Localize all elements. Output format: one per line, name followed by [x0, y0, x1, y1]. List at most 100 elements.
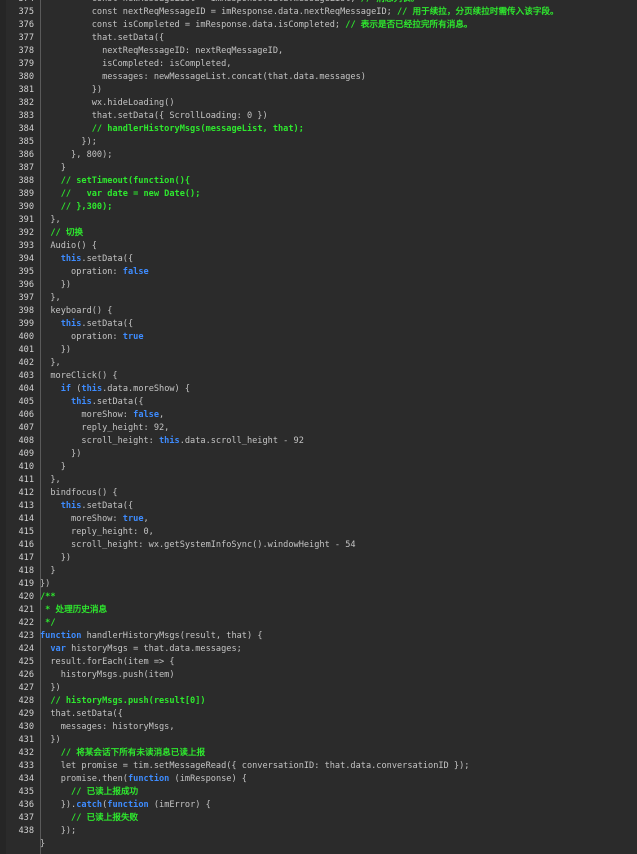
code-token: })	[40, 280, 72, 290]
code-line[interactable]: 401 })	[0, 344, 637, 357]
line-number: 413	[18, 501, 34, 511]
code-token: scroll_height:	[40, 436, 159, 446]
code-line[interactable]: 417 })	[0, 552, 637, 565]
code-line[interactable]: 392 // 切换	[0, 227, 637, 240]
code-line[interactable]: 395 opration: false	[0, 266, 637, 279]
code-line[interactable]: 435 // 已读上报成功	[0, 786, 637, 799]
code-line[interactable]: 407 reply_height: 92,	[0, 422, 637, 435]
code-line[interactable]: 419})	[0, 578, 637, 591]
code-line[interactable]: 400 opration: true	[0, 331, 637, 344]
code-lines: 374 const newMessageList = imResponse.da…	[0, 0, 637, 851]
comment-token: // 已读上报成功	[71, 787, 139, 797]
code-line[interactable]: 378 nextReqMessageID: nextReqMessageID,	[0, 45, 637, 58]
code-token: }).	[40, 800, 77, 810]
line-number: 400	[18, 332, 34, 342]
code-line[interactable]: 403 moreClick() {	[0, 370, 637, 383]
code-line[interactable]: 394 this.setData({	[0, 253, 637, 266]
comment-token: */	[40, 618, 56, 628]
code-line[interactable]: 415 reply_height: 0,	[0, 526, 637, 539]
code-text: })	[40, 448, 81, 461]
code-line[interactable]: 416 scroll_height: wx.getSystemInfoSync(…	[0, 539, 637, 552]
code-line[interactable]: 422 */	[0, 617, 637, 630]
code-line[interactable]: 406 moreShow: false,	[0, 409, 637, 422]
code-editor[interactable]: 374 const newMessageList = imResponse.da…	[0, 0, 637, 854]
code-line[interactable]: 431 })	[0, 734, 637, 747]
code-line[interactable]: 426 historyMsgs.push(item)	[0, 669, 637, 682]
code-line[interactable]: 409 })	[0, 448, 637, 461]
code-line[interactable]: 397 },	[0, 292, 637, 305]
code-line[interactable]: 427 })	[0, 682, 637, 695]
line-number: 415	[18, 527, 34, 537]
code-line[interactable]: 404 if (this.data.moreShow) {	[0, 383, 637, 396]
code-line[interactable]: 375 const nextReqMessageID = imResponse.…	[0, 6, 637, 19]
code-line[interactable]: 428 // historyMsgs.push(result[0])	[0, 695, 637, 708]
code-line[interactable]: 414 moreShow: true,	[0, 513, 637, 526]
line-number: 435	[18, 787, 34, 797]
code-line[interactable]: 434 promise.then(function (imResponse) {	[0, 773, 637, 786]
code-line[interactable]: 425 result.forEach(item => {	[0, 656, 637, 669]
comment-token: // 已读上报失败	[71, 813, 139, 823]
code-text: // var date = new Date();	[40, 188, 201, 201]
code-line[interactable]: 386 }, 800);	[0, 149, 637, 162]
code-line[interactable]: 432 // 将某会话下所有未读消息已读上报	[0, 747, 637, 760]
code-line[interactable]: 405 this.setData({	[0, 396, 637, 409]
code-token: },	[40, 358, 61, 368]
code-line[interactable]: 388 // setTimeout(function(){	[0, 175, 637, 188]
code-line[interactable]: 402 },	[0, 357, 637, 370]
code-line[interactable]: 376 const isCompleted = imResponse.data.…	[0, 19, 637, 32]
code-line[interactable]: 381 })	[0, 84, 637, 97]
code-line[interactable]: 390 // },300);	[0, 201, 637, 214]
code-line[interactable]: 387 }	[0, 162, 637, 175]
code-token: messages: historyMsgs,	[40, 722, 175, 732]
code-token: Audio() {	[40, 241, 97, 251]
code-text: })	[40, 552, 71, 565]
code-line[interactable]: 389 // var date = new Date();	[0, 188, 637, 201]
code-line[interactable]: 436 }).catch(function (imError) {	[0, 799, 637, 812]
code-token: }	[40, 839, 46, 849]
code-text: wx.hideLoading()	[40, 97, 175, 110]
code-text: moreShow: true,	[40, 513, 149, 526]
code-line[interactable]: 379 isCompleted: isCompleted,	[0, 58, 637, 71]
code-text: messages: historyMsgs,	[40, 721, 175, 734]
code-line[interactable]: 408 scroll_height: this.data.scroll_heig…	[0, 435, 637, 448]
code-line[interactable]: 385 });	[0, 136, 637, 149]
code-line[interactable]: 383 that.setData({ ScrollLoading: 0 })	[0, 110, 637, 123]
code-line[interactable]: 423 function handlerHistoryMsgs(result, t…	[0, 630, 637, 643]
line-number: 394	[18, 254, 34, 264]
code-line[interactable]: 382 wx.hideLoading()	[0, 97, 637, 110]
code-line[interactable]: 429 that.setData({	[0, 708, 637, 721]
code-text: reply_height: 0,	[40, 526, 154, 539]
code-line[interactable]: 437 // 已读上报失败	[0, 812, 637, 825]
line-number: 393	[18, 241, 34, 251]
code-line[interactable]: 377 that.setData({	[0, 32, 637, 45]
code-line[interactable]: 396 })	[0, 279, 637, 292]
code-line[interactable]: }	[0, 838, 637, 851]
code-text: if (this.data.moreShow) {	[40, 383, 190, 396]
code-token: }	[40, 462, 66, 472]
code-line[interactable]: 384 // handlerHistoryMsgs(messageList, t…	[0, 123, 637, 136]
code-line[interactable]: 391 },	[0, 214, 637, 227]
line-number: 387	[18, 163, 34, 173]
line-number: 416	[18, 540, 34, 550]
line-number: 391	[18, 215, 34, 225]
code-line[interactable]: 420 /**	[0, 591, 637, 604]
code-line[interactable]: 410 }	[0, 461, 637, 474]
code-line[interactable]: 411 },	[0, 474, 637, 487]
code-line[interactable]: 421 * 处理历史消息	[0, 604, 637, 617]
code-line[interactable]: 399 this.setData({	[0, 318, 637, 331]
code-line[interactable]: 438 });	[0, 825, 637, 838]
code-line[interactable]: 418 }	[0, 565, 637, 578]
code-text: }, 800);	[40, 149, 112, 162]
code-line[interactable]: 413 this.setData({	[0, 500, 637, 513]
code-line[interactable]: 424 var historyMsgs = that.data.messages…	[0, 643, 637, 656]
code-line[interactable]: 398 keyboard() {	[0, 305, 637, 318]
code-line[interactable]: 433 let promise = tim.setMessageRead({ c…	[0, 760, 637, 773]
code-line[interactable]: 430 messages: historyMsgs,	[0, 721, 637, 734]
line-number: 402	[18, 358, 34, 368]
code-line[interactable]: 393 Audio() {	[0, 240, 637, 253]
code-text: opration: false	[40, 266, 149, 279]
keyword-token: function	[107, 800, 149, 810]
code-line[interactable]: 380 messages: newMessageList.concat(that…	[0, 71, 637, 84]
code-line[interactable]: 412 bindfocus() {	[0, 487, 637, 500]
